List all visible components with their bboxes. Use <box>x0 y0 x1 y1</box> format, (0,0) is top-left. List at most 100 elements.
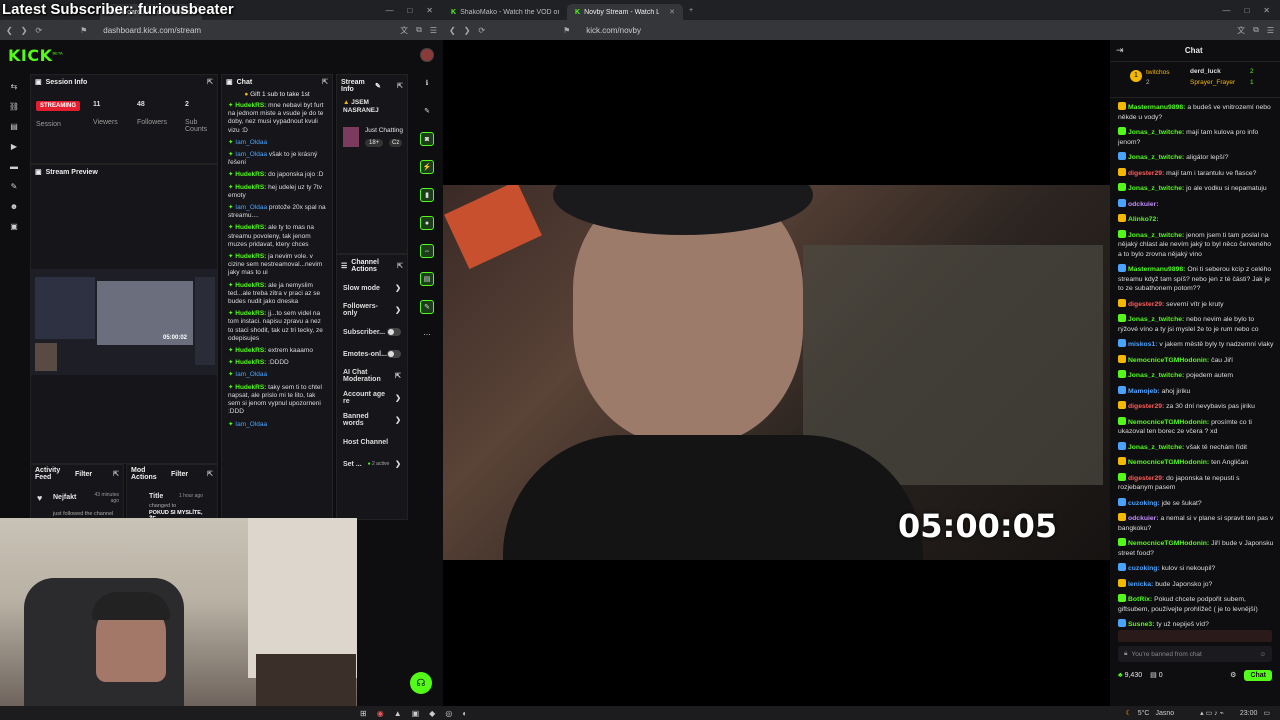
notifications-icon[interactable]: ▭ <box>1263 709 1270 717</box>
chat-username[interactable]: HudekRS: <box>235 359 266 366</box>
chat-username[interactable]: Iam_Oldaa <box>235 371 267 378</box>
forward-icon[interactable]: ❯ <box>464 26 471 35</box>
record-icon[interactable]: ◙ <box>420 132 434 146</box>
back-icon[interactable]: ❮ <box>6 26 13 35</box>
chat-username[interactable]: Iam_Oldaa <box>235 151 267 158</box>
tag-cz[interactable]: Cz <box>389 139 403 147</box>
chat-username[interactable]: Jonas_z_twitche: <box>1128 129 1184 136</box>
video-player[interactable]: 05:00:05 <box>443 40 1110 706</box>
popout-icon[interactable]: ⇱ <box>207 78 213 86</box>
chat-username[interactable]: Susne3: <box>1128 621 1154 628</box>
chat-username[interactable]: HudekRS: <box>235 102 266 109</box>
url-field[interactable]: kick.com/novby <box>578 23 1229 37</box>
back-icon[interactable]: ❮ <box>449 26 456 35</box>
chat-username[interactable]: lenicka: <box>1128 581 1153 588</box>
music-icon[interactable]: ◎ <box>445 709 452 718</box>
chat-username[interactable]: HudekRS: <box>235 384 266 391</box>
popout-icon[interactable]: ⇱ <box>395 372 401 380</box>
chat-username[interactable]: Jonas_z_twitche: <box>1128 185 1184 192</box>
chat-bubble-icon[interactable]: ● <box>420 216 434 230</box>
chat-username[interactable]: NemocniceTGMHodonin: <box>1128 357 1209 364</box>
activity-user[interactable]: Nejfakt <box>53 494 76 501</box>
leader1-name[interactable]: twitchos <box>1146 69 1169 76</box>
minimize-icon[interactable]: — <box>1222 6 1230 15</box>
users-icon[interactable]: ☻ <box>4 196 24 216</box>
link-icon[interactable]: ⇔ <box>420 244 434 258</box>
settings-icon[interactable]: ⚙ <box>1230 671 1236 679</box>
toggle-switch[interactable] <box>387 328 401 336</box>
avatar[interactable] <box>420 48 434 62</box>
popout-icon[interactable]: ⇱ <box>207 470 213 478</box>
tab-novby[interactable]: K Novby Stream - Watch Live o ✕ <box>567 4 683 20</box>
pinned-message[interactable]: ● Gift 1 sub to take 1st <box>222 89 332 100</box>
chat-username[interactable]: Iam_Oldaa <box>235 421 267 428</box>
bolt-icon[interactable]: ⚡ <box>420 160 434 174</box>
collapse-chat-icon[interactable]: ⇥ <box>1116 45 1124 56</box>
extensions-icon[interactable]: ⧉ <box>1253 25 1259 35</box>
channel-action-row[interactable]: Account age re ❯ <box>337 387 407 409</box>
info-icon[interactable]: ℹ <box>420 76 434 90</box>
tray-icons[interactable]: ▴ ▭ ♪ ⌁ <box>1200 709 1224 717</box>
new-tab-icon[interactable]: + <box>689 7 693 14</box>
chat-username[interactable]: odckuier: <box>1128 201 1159 208</box>
points-value[interactable]: 9,430 <box>1125 672 1143 679</box>
dashboard-icon[interactable]: ▤ <box>4 116 24 136</box>
popout-icon[interactable]: ⇱ <box>397 262 403 270</box>
chat-username[interactable]: NemocniceTGMHodonin: <box>1128 459 1209 466</box>
bookmark-icon[interactable]: ⚑ <box>563 26 570 35</box>
toggle-switch[interactable] <box>387 350 401 358</box>
chat-username[interactable]: HudekRS: <box>235 282 266 289</box>
folder-icon[interactable]: ▲ <box>394 709 402 718</box>
menu-icon[interactable]: ☰ <box>1267 26 1274 35</box>
close-tab-icon[interactable]: ✕ <box>669 8 675 16</box>
terminal-icon[interactable]: ▣ <box>412 709 420 718</box>
chat-username[interactable]: miskos1: <box>1128 341 1157 348</box>
chat-username[interactable]: digester29: <box>1128 403 1164 410</box>
expand-icon[interactable]: ⇆ <box>4 76 24 96</box>
channel-action-row[interactable]: Subscriber... <box>337 321 407 343</box>
mod-filter-button[interactable]: Filter <box>171 471 188 478</box>
chat-username[interactable]: HudekRS: <box>235 171 266 178</box>
chat-username[interactable]: odckuier: <box>1128 515 1159 522</box>
pencil-icon[interactable]: ✎ <box>420 104 434 118</box>
activity-filter-button[interactable]: Filter <box>75 471 92 478</box>
translate-icon[interactable]: 文 <box>400 25 408 36</box>
start-icon[interactable]: ⊞ <box>360 709 367 718</box>
link-icon[interactable]: ⛓ <box>4 96 24 116</box>
chat-username[interactable]: cuzoking: <box>1128 500 1160 507</box>
chat-username[interactable]: cuzoking: <box>1128 565 1160 572</box>
chat-username[interactable]: Mastermanu9898: <box>1128 104 1185 111</box>
chat-username[interactable]: Alinko72: <box>1128 216 1159 223</box>
channel-action-row[interactable]: AI Chat Moderation ⇱ <box>337 365 407 387</box>
menu-icon[interactable]: ☰ <box>430 26 437 35</box>
video-icon[interactable]: ▬ <box>4 156 24 176</box>
chat-username[interactable]: Iam_Oldaa <box>235 139 267 146</box>
gift-icon[interactable]: ▤ <box>1150 671 1157 679</box>
chat-username[interactable]: digester29: <box>1128 301 1164 308</box>
clock[interactable]: 23:00 <box>1240 710 1258 717</box>
close-icon[interactable]: ✕ <box>1263 6 1270 15</box>
channel-action-row[interactable]: Slow mode ❯ <box>337 277 407 299</box>
chat-username[interactable]: Jonas_z_twitche: <box>1128 232 1184 239</box>
forward-icon[interactable]: ❯ <box>21 26 28 35</box>
maximize-icon[interactable]: □ <box>1244 6 1249 15</box>
chat-input[interactable]: 🔒︎ You're banned from chat ☺ <box>1118 646 1272 662</box>
chat-username[interactable]: NemocniceTGMHodonin: <box>1128 540 1209 547</box>
tab-shakomako[interactable]: K ShakoMako - Watch the VOD on Kick <box>443 4 567 20</box>
chat-username[interactable]: Mamojeb: <box>1128 388 1160 395</box>
extensions-icon[interactable]: ⧉ <box>416 25 422 35</box>
chat-username[interactable]: BotRix: <box>1128 596 1152 603</box>
chat-username[interactable]: Jonas_z_twitche: <box>1128 154 1184 161</box>
chat-username[interactable]: HudekRS: <box>235 253 266 260</box>
browser-icon[interactable]: ◉ <box>377 709 384 718</box>
save-icon[interactable]: ▤ <box>420 272 434 286</box>
chat-username[interactable]: HudekRS: <box>235 184 266 191</box>
chat-username[interactable]: HudekRS: <box>235 310 266 317</box>
chat-username[interactable]: Iam_Oldaa <box>235 204 267 211</box>
set-row[interactable]: Set ... ● 2 active ❯ <box>337 453 407 475</box>
app-icon[interactable]: ◆ <box>429 709 435 718</box>
clip-icon[interactable]: ▮ <box>420 188 434 202</box>
bookmark-icon[interactable]: ⚑ <box>80 26 87 35</box>
leader2-name[interactable]: derd_luck <box>1190 68 1221 75</box>
chat-username[interactable]: Jonas_z_twitche: <box>1128 372 1184 379</box>
